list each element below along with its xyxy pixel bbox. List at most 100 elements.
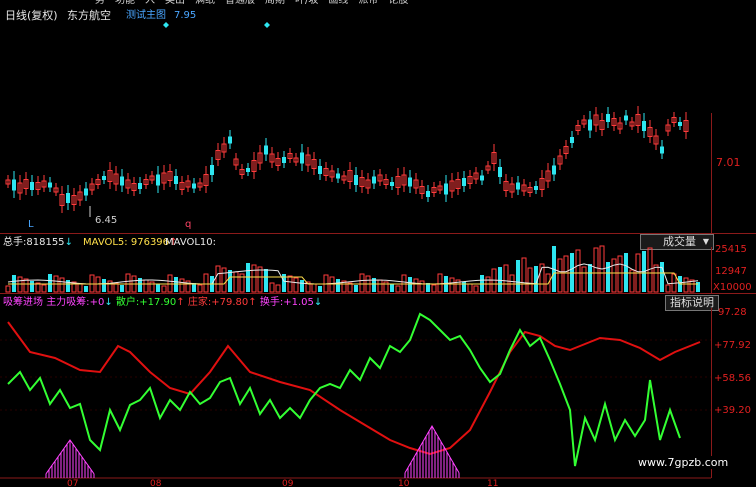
volume-bar — [125, 273, 131, 293]
volume-bar — [48, 274, 52, 292]
candle-body — [210, 165, 214, 175]
candle-body — [462, 178, 466, 186]
watermark: www.7gpzb.com — [636, 456, 731, 469]
candle-body — [408, 177, 412, 187]
candle-body — [426, 191, 430, 197]
candle-body — [48, 182, 52, 188]
retail-line — [7, 312, 681, 467]
candle-body — [588, 119, 592, 131]
volume-bar — [300, 280, 304, 292]
volume-bar — [41, 284, 47, 293]
volume-bar — [221, 267, 227, 293]
volume-bar — [269, 282, 275, 293]
volume-bar — [498, 267, 502, 292]
candle-body — [282, 157, 286, 163]
volume-bar — [264, 269, 268, 292]
volume-bar — [203, 273, 209, 293]
bottom-axis-3: 09 — [282, 479, 294, 487]
volume-bar — [156, 284, 160, 292]
candle-body — [138, 183, 142, 189]
volume-bar — [275, 284, 281, 293]
volume-bar — [593, 247, 599, 293]
candle-body — [606, 114, 610, 122]
volume-bar — [84, 286, 88, 292]
volume-bar — [467, 283, 473, 293]
volume-bar — [413, 278, 419, 293]
candle-body — [678, 122, 682, 126]
volume-bar — [437, 273, 443, 293]
candle-body — [354, 175, 358, 185]
volume-bar — [521, 257, 527, 293]
candle-body — [552, 165, 556, 175]
volume-bar — [419, 280, 425, 293]
candle-body — [246, 168, 250, 172]
volume-bar — [318, 286, 322, 292]
volume-bar — [161, 285, 167, 293]
candle-body — [498, 167, 502, 177]
bottom-axis-2: 08 — [150, 479, 162, 487]
candle-body — [12, 179, 16, 191]
volume-bar — [354, 285, 358, 292]
volume-bar — [575, 249, 581, 293]
candle-body — [642, 121, 646, 131]
volume-bar — [390, 284, 394, 292]
volume-bar — [251, 264, 257, 293]
bottom-axis-5: 11 — [487, 479, 499, 487]
volume-bar — [179, 278, 185, 293]
volume-bar — [473, 285, 479, 293]
volume-bar — [5, 285, 11, 293]
volume-bar — [77, 283, 83, 293]
volume-bar — [617, 255, 623, 293]
candle-body — [516, 182, 520, 190]
volume-bar — [581, 266, 587, 293]
candle-body — [84, 188, 88, 196]
volume-bar — [395, 285, 401, 293]
candle-body — [66, 193, 70, 203]
volume-bar — [665, 284, 671, 293]
candle-body — [264, 145, 268, 155]
candle-body — [120, 176, 124, 186]
volume-bar — [257, 266, 263, 293]
volume-bar — [59, 277, 65, 293]
bottom-axis-1: 07 — [67, 479, 79, 487]
candle-body — [156, 174, 160, 186]
volume-bar — [215, 265, 221, 293]
candle-body — [480, 175, 484, 181]
volume-bar — [557, 258, 563, 293]
volume-bar — [102, 279, 106, 292]
candle-body — [192, 183, 196, 189]
volume-bar — [120, 285, 124, 292]
volume-bar — [359, 273, 365, 293]
stock-chart-window: 势功能入类出 满纸 普通版 周期 叶/坂 画线 派帝 论股 日线(复权) 东方航空 测试主图 … — [0, 0, 756, 487]
volume-bar — [233, 271, 239, 293]
volume-bar — [611, 258, 617, 293]
price-volume-indicator-plot[interactable] — [0, 0, 756, 487]
volume-bar — [377, 279, 383, 293]
volume-bar — [228, 270, 232, 292]
candle-body — [300, 152, 304, 164]
candle-body — [660, 146, 664, 154]
diamond-marker — [264, 22, 270, 28]
volume-bar — [683, 277, 689, 293]
candle-body — [228, 136, 232, 144]
candle-body — [372, 176, 376, 184]
volume-bar — [23, 278, 29, 293]
volume-bar — [653, 264, 659, 293]
candle-body — [318, 166, 322, 174]
volume-bar — [563, 255, 569, 293]
volume-bar — [336, 279, 340, 292]
candle-body — [390, 182, 394, 186]
volume-bar — [527, 267, 533, 293]
volume-bar — [30, 281, 34, 292]
volume-bar — [287, 275, 293, 293]
volume-bar — [449, 277, 455, 293]
volume-bar — [503, 264, 509, 293]
diamond-marker — [163, 22, 169, 28]
volume-bar — [293, 277, 299, 293]
candle-body — [444, 183, 448, 195]
volume-bar — [311, 283, 317, 293]
volume-bar — [143, 279, 149, 293]
candle-body — [102, 176, 106, 180]
candle-body — [624, 115, 628, 121]
candle-body — [30, 182, 34, 190]
